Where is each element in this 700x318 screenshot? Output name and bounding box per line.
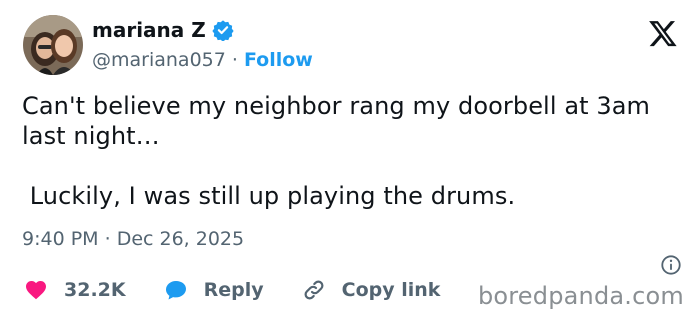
handle-row: @mariana057 · Follow (92, 48, 313, 72)
tweet-timestamp[interactable]: 9:40 PM · Dec 26, 2025 (22, 226, 244, 252)
avatar[interactable] (23, 15, 83, 75)
follow-button[interactable]: Follow (244, 49, 313, 71)
tweet-text-line-2: Luckily, I was still up playing the drum… (22, 182, 516, 210)
heart-icon (24, 278, 48, 302)
copy-link-button[interactable]: Copy link (302, 278, 441, 302)
timestamp-separator: · (98, 228, 117, 250)
watermark: boredpanda.com (477, 282, 684, 310)
handle[interactable]: @mariana057 (92, 49, 226, 71)
reply-label: Reply (203, 279, 264, 301)
tweet-text-line-1: Can't believe my neighbor rang my doorbe… (22, 92, 658, 150)
reply-button[interactable]: Reply (164, 278, 264, 302)
link-icon (302, 278, 326, 302)
info-icon[interactable] (660, 254, 682, 276)
action-bar: 32.2K Reply Copy link (24, 276, 478, 304)
tweet-date: Dec 26, 2025 (116, 228, 245, 250)
verified-badge-icon (212, 19, 234, 42)
tweet-time: 9:40 PM (22, 228, 99, 250)
author-name-row: mariana Z (92, 18, 234, 42)
x-logo-icon[interactable] (648, 18, 678, 48)
like-button[interactable]: 32.2K (24, 278, 126, 302)
speech-bubble-icon (164, 278, 188, 302)
display-name[interactable]: mariana Z (92, 18, 206, 42)
copy-link-label: Copy link (341, 279, 441, 301)
like-count: 32.2K (64, 279, 126, 301)
tweet-text: Can't believe my neighbor rang my doorbe… (22, 91, 662, 211)
handle-separator: · (225, 49, 244, 71)
